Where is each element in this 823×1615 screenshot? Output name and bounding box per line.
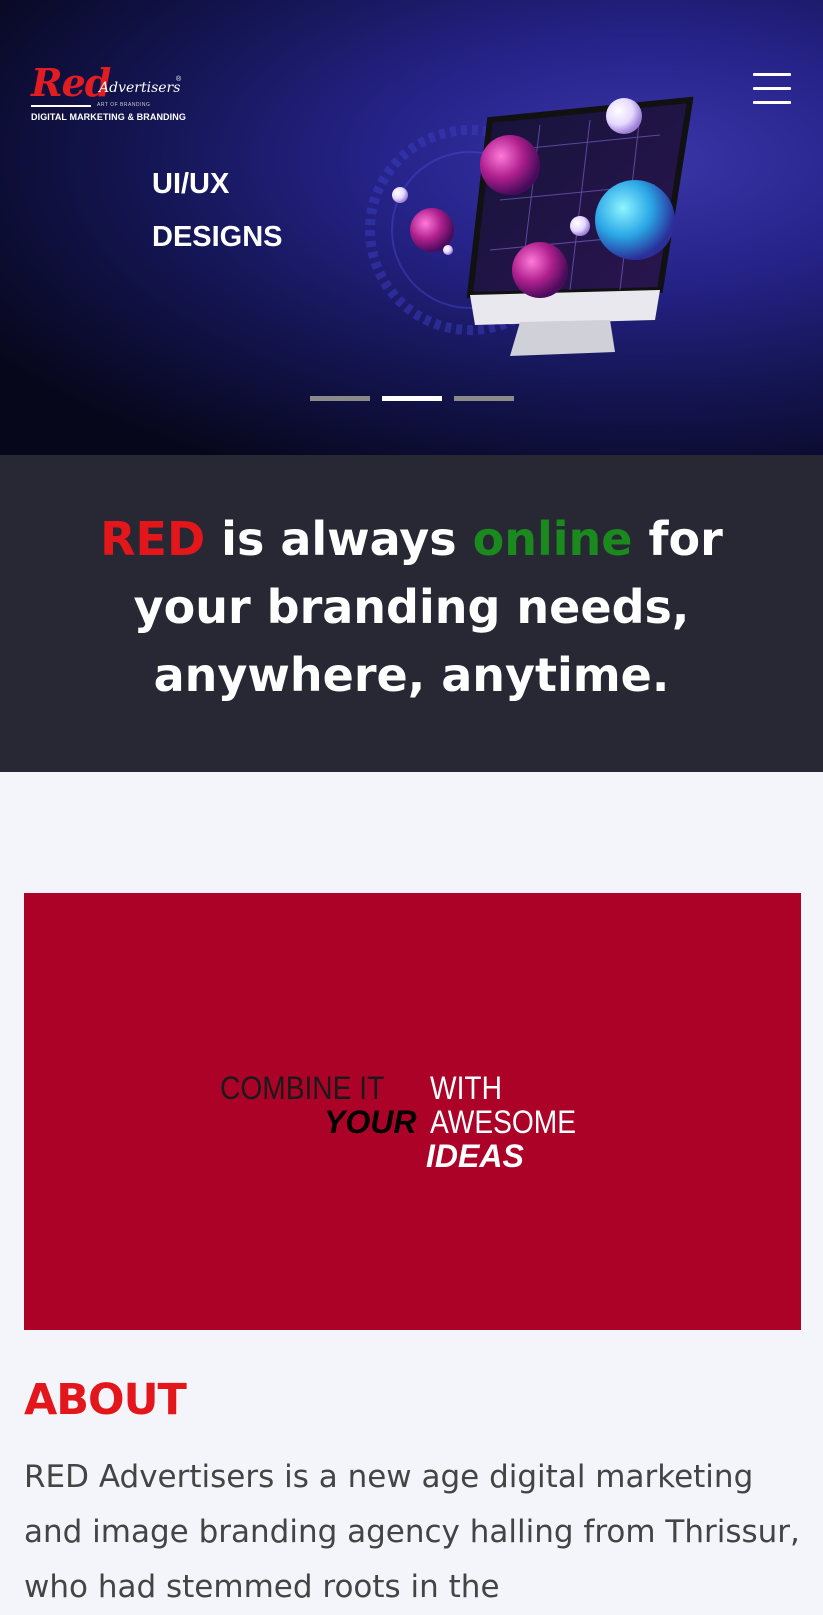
slide-title-line1: UI/UX: [152, 168, 230, 200]
hamburger-menu-icon[interactable]: [753, 73, 793, 107]
promo-line2-b: AWESOME: [430, 1104, 577, 1140]
slide-dot-3[interactable]: [454, 396, 514, 401]
promo-banner: COMBINE IT WITH YOUR AWESOME IDEAS: [24, 893, 801, 1330]
brand-logo[interactable]: Red Advertisers ® ART OF BRANDING DIGITA…: [31, 60, 201, 126]
logo-divider: [31, 105, 91, 107]
tagline-red-word: RED: [100, 512, 206, 566]
about-heading: ABOUT: [24, 1375, 187, 1425]
tagline-green-word: online: [472, 512, 633, 566]
tagline-part1: is always: [205, 512, 473, 566]
promo-text: COMBINE IT WITH YOUR AWESOME IDEAS: [194, 1061, 594, 1174]
about-paragraph: RED Advertisers is a new age digital mar…: [24, 1459, 800, 1605]
slide-dot-1[interactable]: [310, 396, 370, 401]
logo-sub: Advertisers: [99, 80, 181, 96]
promo-line1-a: COMBINE IT: [220, 1070, 385, 1106]
promo-line2-a: YOUR: [324, 1104, 417, 1140]
slide-title: UI/UX DESIGNS: [152, 158, 283, 264]
tagline-line3: anywhere, anytime.: [153, 648, 670, 702]
promo-line3: IDEAS: [426, 1138, 524, 1174]
tagline-part2: for: [632, 512, 723, 566]
monitor-illustration: [365, 96, 694, 356]
slider-pagination: [310, 396, 514, 401]
logo-art: ART OF BRANDING: [97, 102, 151, 108]
hero-slider: Red Advertisers ® ART OF BRANDING DIGITA…: [0, 0, 823, 455]
registered-mark: ®: [176, 76, 182, 83]
logo-tagline: DIGITAL MARKETING & BRANDING: [31, 112, 186, 122]
tagline-line2: your branding needs,: [133, 580, 690, 634]
slide-dot-2[interactable]: [382, 396, 442, 401]
tagline-line1: RED is always online for: [0, 505, 823, 573]
slide-title-line2: DESIGNS: [152, 221, 283, 253]
tagline-section: RED is always online for your branding n…: [0, 455, 823, 772]
promo-line1-b: WITH: [430, 1070, 502, 1106]
